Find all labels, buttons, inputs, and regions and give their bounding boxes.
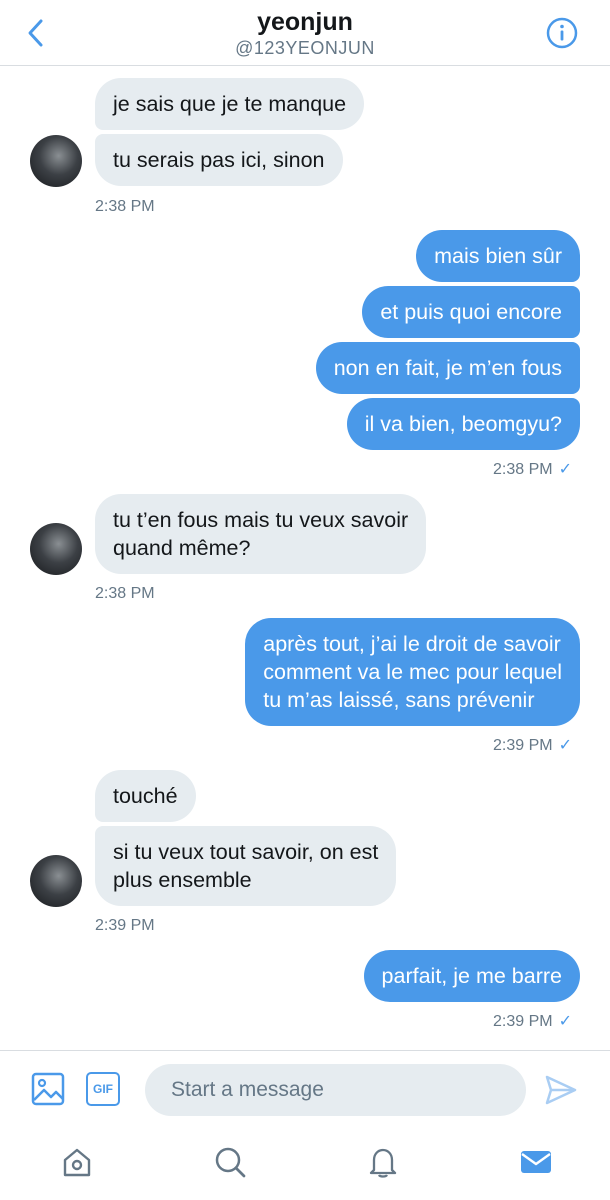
add-image-button[interactable] xyxy=(30,1071,66,1107)
timestamp-text: 2:39 PM xyxy=(493,737,553,754)
outgoing-message[interactable]: il va bien, beomgyu? xyxy=(346,398,580,450)
tab-messages[interactable] xyxy=(516,1142,556,1182)
message-timestamp: 2:39 PM xyxy=(95,917,155,934)
message-input[interactable] xyxy=(145,1064,526,1116)
send-button[interactable] xyxy=(544,1073,578,1107)
message-text-line: après tout, j’ai le droit de savoir xyxy=(263,632,561,656)
info-icon xyxy=(546,17,578,49)
message-text: il va bien, beomgyu? xyxy=(364,412,562,436)
message-text: tu serais pas ici, sinon xyxy=(113,148,325,172)
conversation-header: yeonjun @123YEONJUN xyxy=(0,0,610,66)
message-timestamp: 2:38 PM xyxy=(95,585,155,602)
home-icon xyxy=(63,1148,91,1177)
contact-avatar[interactable] xyxy=(30,855,82,907)
incoming-message[interactable]: tu t’en fous mais tu veux savoir quand m… xyxy=(95,494,427,574)
message-composer: GIF xyxy=(0,1050,610,1130)
image-icon xyxy=(31,1072,65,1106)
incoming-message[interactable]: si tu veux tout savoir, on est plus ense… xyxy=(95,826,397,906)
incoming-message[interactable]: je sais que je te manque xyxy=(95,78,365,130)
message-text-line: quand même? xyxy=(113,536,251,560)
message-text-line: si tu veux tout savoir, on est xyxy=(113,840,379,864)
contact-name: yeonjun xyxy=(257,8,353,36)
message-text: parfait, je me barre xyxy=(381,964,562,988)
tab-home[interactable] xyxy=(57,1142,97,1182)
info-button[interactable] xyxy=(546,17,578,49)
tab-search[interactable] xyxy=(210,1142,250,1182)
outgoing-message[interactable]: parfait, je me barre xyxy=(363,950,580,1002)
contact-handle: @123YEONJUN xyxy=(235,38,375,58)
contact-avatar[interactable] xyxy=(30,135,82,187)
add-gif-button[interactable]: GIF xyxy=(86,1072,120,1106)
timestamp-text: 2:38 PM xyxy=(493,461,553,478)
message-timestamp: 2:38 PM ✓ xyxy=(493,460,572,480)
message-text-line: tu m’as laissé, sans prévenir xyxy=(263,688,535,712)
conversation-title-block: yeonjun @123YEONJUN xyxy=(0,8,610,59)
tab-notifications[interactable] xyxy=(363,1142,403,1182)
read-check-icon: ✓ xyxy=(558,461,572,478)
message-text: non en fait, je m’en fous xyxy=(333,356,562,380)
message-timestamp: 2:39 PM ✓ xyxy=(493,736,572,756)
incoming-message[interactable]: touché xyxy=(95,770,196,822)
gif-label: GIF xyxy=(93,1082,113,1096)
message-text: touché xyxy=(113,784,178,808)
search-icon xyxy=(215,1147,246,1178)
message-text-line: tu t’en fous mais tu veux savoir xyxy=(113,508,409,532)
notifications-icon xyxy=(369,1148,397,1178)
messages-icon xyxy=(521,1151,551,1173)
message-thread: je sais que je te manque tu serais pas i… xyxy=(0,66,610,1050)
contact-avatar[interactable] xyxy=(30,523,82,575)
message-timestamp: 2:38 PM xyxy=(95,198,155,215)
timestamp-text: 2:39 PM xyxy=(493,1013,553,1030)
read-check-icon: ✓ xyxy=(558,1013,572,1030)
bottom-tab-bar xyxy=(0,1130,610,1200)
outgoing-message[interactable]: non en fait, je m’en fous xyxy=(315,342,580,394)
send-icon xyxy=(545,1075,577,1105)
message-text: mais bien sûr xyxy=(434,244,562,268)
read-check-icon: ✓ xyxy=(558,737,572,754)
message-text-line: plus ensemble xyxy=(113,868,252,892)
message-timestamp: 2:39 PM ✓ xyxy=(493,1012,572,1032)
outgoing-message[interactable]: mais bien sûr xyxy=(416,230,580,282)
message-text: je sais que je te manque xyxy=(113,92,347,116)
incoming-message[interactable]: tu serais pas ici, sinon xyxy=(95,134,343,186)
message-text: et puis quoi encore xyxy=(380,300,562,324)
outgoing-message[interactable]: après tout, j’ai le droit de savoir comm… xyxy=(245,618,580,726)
outgoing-message[interactable]: et puis quoi encore xyxy=(362,286,580,338)
message-text-line: comment va le mec pour lequel xyxy=(263,660,562,684)
